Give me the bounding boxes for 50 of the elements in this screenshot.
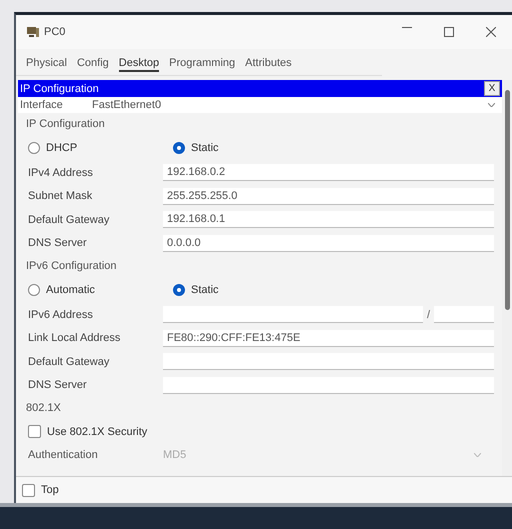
radio-label: Static	[191, 142, 219, 154]
input-field[interactable]: FE80::290:CFF:FE13:475E	[163, 330, 494, 347]
minimize-icon[interactable]	[402, 27, 412, 29]
radio-button[interactable]	[28, 284, 40, 296]
tab[interactable]: Desktop	[118, 57, 160, 72]
close-button[interactable]: X	[484, 81, 500, 96]
scrollbar-thumb[interactable]	[504, 90, 510, 310]
input-field[interactable]	[163, 306, 423, 324]
radio-button[interactable]	[173, 142, 185, 154]
input-field[interactable]: 0.0.0.0	[163, 234, 494, 252]
radio-label: Automatic	[46, 284, 95, 296]
tab[interactable]: Programming	[169, 57, 236, 72]
field-label: Link Local Address	[27, 332, 122, 344]
section-heading: 802.1X	[25, 401, 62, 416]
field-label: Subnet Mask	[27, 190, 94, 202]
checkbox[interactable]	[22, 484, 35, 496]
checkbox[interactable]	[28, 425, 41, 438]
input-field[interactable]: 192.168.0.2	[163, 164, 494, 182]
prefix-separator: /	[426, 308, 430, 321]
radio-label: Static	[191, 284, 219, 296]
panel-title: IP Configuration	[20, 82, 100, 94]
chevron-down-icon[interactable]	[488, 103, 495, 107]
input-field[interactable]: 192.168.0.1	[163, 211, 494, 228]
interface-label: Interface	[20, 99, 64, 111]
input-field[interactable]: 255.255.255.0	[163, 188, 494, 205]
tab[interactable]: Attributes	[245, 57, 292, 72]
input-field[interactable]	[163, 353, 494, 370]
field-label: IPv6 Address	[27, 308, 94, 321]
window-title: PC0	[44, 26, 66, 38]
maximize-icon[interactable]	[444, 27, 454, 37]
field-label: IPv4 Address	[27, 166, 94, 179]
radio-label: DHCP	[46, 142, 78, 154]
prefix-field[interactable]	[434, 306, 494, 324]
field-label: Default Gateway	[27, 214, 110, 226]
close-icon[interactable]	[486, 27, 496, 37]
field-label: Default Gateway	[27, 356, 110, 368]
checkbox-label: Use 802.1X Security	[47, 426, 148, 438]
pc-icon	[26, 25, 40, 39]
tab[interactable]: Physical	[26, 57, 67, 72]
interface-dropdown[interactable]: FastEthernet0	[92, 99, 488, 111]
field-label: Authentication	[27, 449, 99, 461]
input-field[interactable]	[163, 376, 494, 394]
radio-button[interactable]	[28, 142, 40, 154]
radio-button[interactable]	[173, 284, 185, 296]
tab[interactable]: Config	[76, 57, 109, 72]
section-heading: IPv6 Configuration	[25, 259, 118, 274]
field-label: DNS Server	[27, 237, 88, 250]
checkbox-label: Top	[41, 484, 59, 496]
field-label: DNS Server	[27, 379, 88, 392]
section-heading: IP Configuration	[25, 117, 106, 132]
